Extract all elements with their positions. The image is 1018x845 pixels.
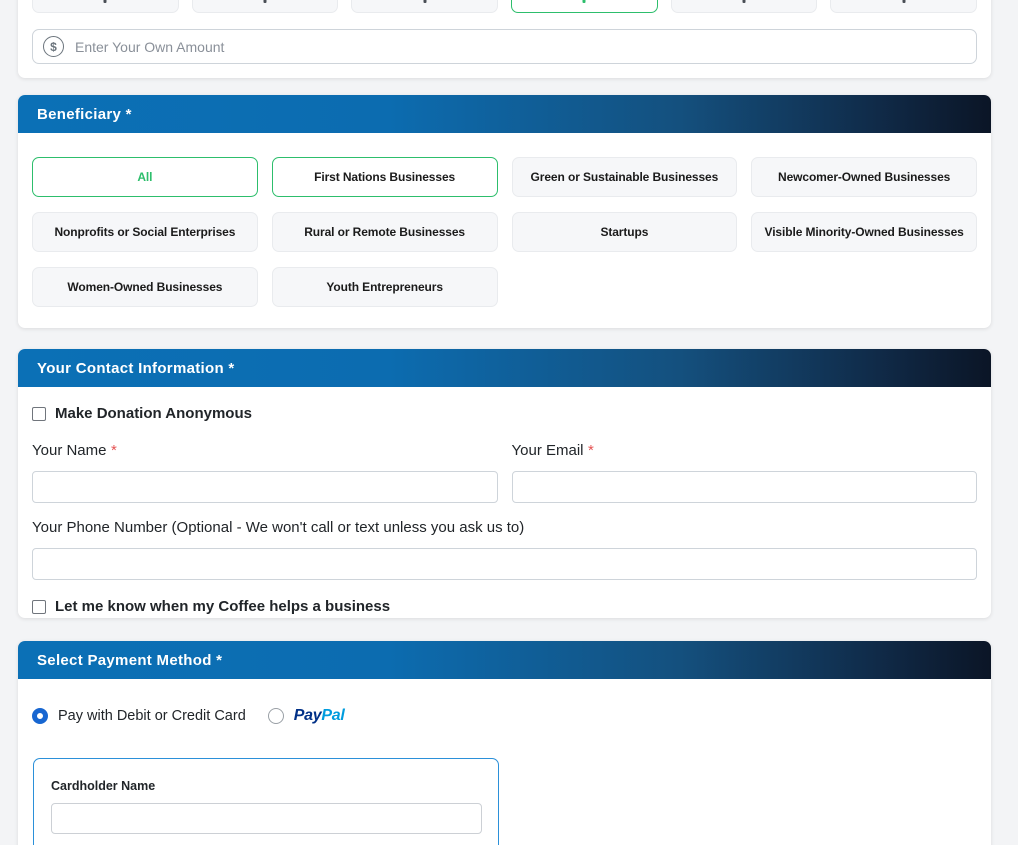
name-label: Your Name <box>32 442 107 459</box>
amount-preset-button-3[interactable] <box>351 0 498 13</box>
credit-card-details-box: Cardholder Name <box>33 758 499 845</box>
amount-section-card: $ <box>18 0 991 78</box>
own-amount-input[interactable] <box>32 29 977 64</box>
payment-body: Pay with Debit or Credit Card PayPal <box>18 679 991 725</box>
amount-preset-button-2[interactable] <box>192 0 339 13</box>
beneficiary-option-all[interactable]: All <box>32 157 258 197</box>
anonymous-checkbox-row: Make Donation Anonymous <box>32 405 977 422</box>
name-email-grid: Your Name * Your Email * <box>32 442 977 503</box>
notify-checkbox-row: Let me know when my Coffee helps a busin… <box>32 598 977 615</box>
contact-section-title: Your Contact Information * <box>37 360 235 377</box>
amount-preset-text-fragment <box>743 0 746 3</box>
amount-preset-text-fragment <box>104 0 107 3</box>
beneficiary-option-startups[interactable]: Startups <box>512 212 738 252</box>
cardholder-name-input[interactable] <box>51 803 482 834</box>
phone-label: Your Phone Number (Optional - We won't c… <box>32 519 524 536</box>
anonymous-checkbox-label: Make Donation Anonymous <box>55 405 252 422</box>
beneficiary-option-women-owned-businesses[interactable]: Women-Owned Businesses <box>32 267 258 307</box>
paypal-logo-pay: Pay <box>294 707 322 724</box>
beneficiary-section-card: Beneficiary * All First Nations Businesse… <box>18 95 991 328</box>
beneficiary-option-green-or-sustainable-businesses[interactable]: Green or Sustainable Businesses <box>512 157 738 197</box>
paypal-logo-pal: Pal <box>321 707 344 724</box>
name-required-mark: * <box>111 442 117 459</box>
beneficiary-section-header: Beneficiary * <box>18 95 991 133</box>
beneficiary-option-first-nations-businesses[interactable]: First Nations Businesses <box>272 157 498 197</box>
dollar-circle-icon: $ <box>43 36 64 57</box>
credit-card-radio[interactable] <box>32 708 48 724</box>
payment-section-title: Select Payment Method * <box>37 652 222 669</box>
amount-preset-button-1[interactable] <box>32 0 179 13</box>
contact-section-header: Your Contact Information * <box>18 349 991 387</box>
beneficiary-option-nonprofits-or-social-enterprises[interactable]: Nonprofits or Social Enterprises <box>32 212 258 252</box>
amount-preset-text-fragment <box>583 0 586 3</box>
contact-body: Make Donation Anonymous Your Name * Your… <box>18 387 991 615</box>
beneficiary-option-youth-entrepreneurs[interactable]: Youth Entrepreneurs <box>272 267 498 307</box>
anonymous-checkbox[interactable] <box>32 407 46 421</box>
name-field-block: Your Name * <box>32 442 498 503</box>
amount-preset-button-5[interactable] <box>671 0 818 13</box>
beneficiary-options: All First Nations Businesses Green or Sust… <box>18 133 991 323</box>
contact-section-card: Your Contact Information * Make Donation… <box>18 349 991 618</box>
amount-preset-button-6[interactable] <box>830 0 977 13</box>
amount-preset-text-fragment <box>423 0 426 3</box>
amount-presets <box>32 0 977 13</box>
paypal-radio[interactable] <box>268 708 284 724</box>
phone-field-block: Your Phone Number (Optional - We won't c… <box>32 519 977 580</box>
payment-method-radio-row: Pay with Debit or Credit Card PayPal <box>32 707 977 725</box>
amount-preset-text-fragment <box>264 0 267 3</box>
notify-checkbox-label: Let me know when my Coffee helps a busin… <box>55 598 390 615</box>
paypal-logo[interactable]: PayPal <box>294 707 345 725</box>
cardholder-name-label: Cardholder Name <box>51 779 498 793</box>
payment-section-card: Select Payment Method * Pay with Debit o… <box>18 641 991 845</box>
beneficiary-option-visible-minority-owned-businesses[interactable]: Visible Minority-Owned Businesses <box>751 212 977 252</box>
email-label: Your Email <box>512 442 584 459</box>
beneficiary-option-rural-or-remote-businesses[interactable]: Rural or Remote Businesses <box>272 212 498 252</box>
name-input[interactable] <box>32 471 498 503</box>
donation-form-page: $ Beneficiary * All First Nations Busines… <box>0 0 1018 845</box>
own-amount-field-wrap: $ <box>32 29 977 64</box>
email-required-mark: * <box>588 442 594 459</box>
credit-card-radio-label: Pay with Debit or Credit Card <box>58 708 246 724</box>
phone-input[interactable] <box>32 548 977 580</box>
amount-preset-text-fragment <box>902 0 905 3</box>
email-field-block: Your Email * <box>512 442 978 503</box>
beneficiary-option-newcomer-owned-businesses[interactable]: Newcomer-Owned Businesses <box>751 157 977 197</box>
payment-section-header: Select Payment Method * <box>18 641 991 679</box>
notify-checkbox[interactable] <box>32 600 46 614</box>
amount-preset-button-4[interactable] <box>511 0 658 13</box>
beneficiary-section-title: Beneficiary * <box>37 106 132 123</box>
email-input[interactable] <box>512 471 978 503</box>
